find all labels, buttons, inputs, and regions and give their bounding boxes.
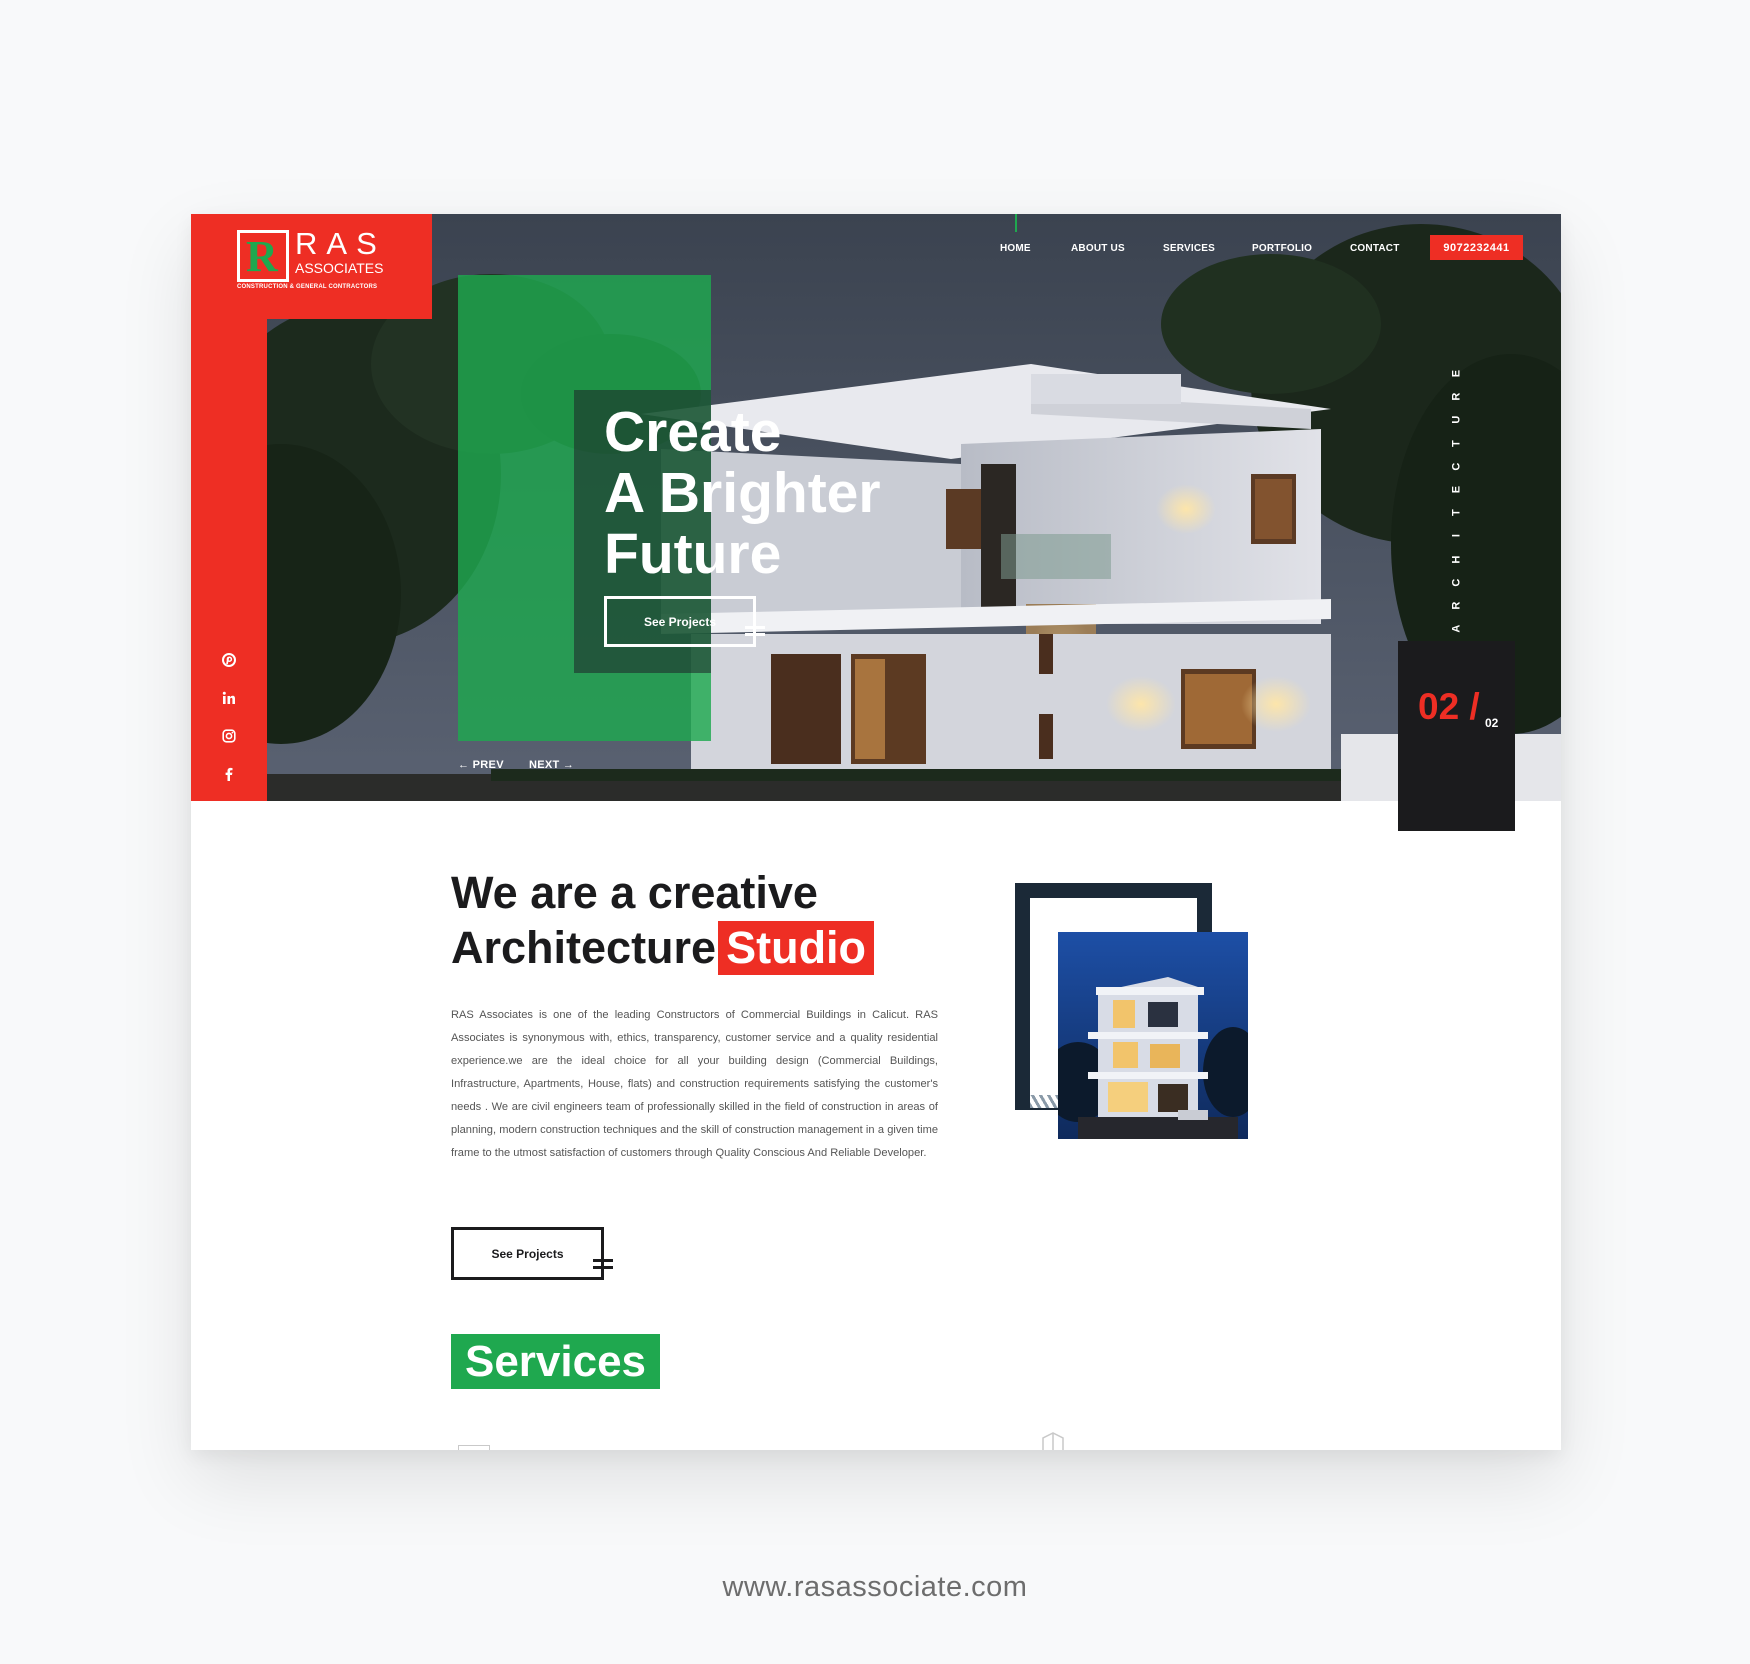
vertical-letter: I bbox=[1450, 534, 1463, 538]
about-button-label: See Projects bbox=[491, 1246, 564, 1261]
nav-active-indicator bbox=[1015, 214, 1017, 232]
hero-title-line-3: Future bbox=[604, 522, 782, 586]
nav-home[interactable]: HOME bbox=[1000, 243, 1031, 254]
vertical-letter: C bbox=[1450, 462, 1463, 471]
vertical-letter: T bbox=[1450, 439, 1463, 447]
button-lines-icon bbox=[745, 626, 765, 638]
website-mockup: R RAS ASSOCIATES CONSTRUCTION & GENERAL … bbox=[191, 214, 1561, 1450]
next-label: NEXT bbox=[529, 759, 560, 771]
about-title-line-1: We are a creative bbox=[451, 867, 818, 918]
vertical-letter: A bbox=[1450, 624, 1463, 633]
about-see-projects-button[interactable]: See Projects bbox=[451, 1227, 613, 1280]
frame-stripes bbox=[1030, 1095, 1060, 1108]
hero-title-line-1: Create bbox=[604, 400, 782, 464]
building-photo bbox=[1058, 932, 1248, 1139]
hero-title-line-2: A Brighter bbox=[604, 461, 881, 525]
about-title: We are a creative Architecture Studio bbox=[451, 865, 875, 975]
twitter-icon[interactable] bbox=[213, 796, 245, 801]
vertical-letter: C bbox=[1450, 578, 1463, 587]
hero-title: Create A Brighter Future bbox=[604, 402, 881, 585]
nav-contact[interactable]: CONTACT bbox=[1350, 243, 1400, 254]
facebook-icon[interactable] bbox=[213, 758, 245, 790]
about-title-word: Architecture bbox=[451, 922, 717, 973]
vertical-letter: T bbox=[1450, 509, 1463, 517]
vertical-letter: U bbox=[1450, 416, 1463, 424]
building-outline-icon bbox=[1042, 1432, 1064, 1450]
about-paragraph: RAS Associates is one of the leading Con… bbox=[451, 1009, 938, 1159]
vertical-letter: R bbox=[1450, 601, 1463, 610]
service-icon bbox=[458, 1445, 490, 1450]
hero-section: R RAS ASSOCIATES CONSTRUCTION & GENERAL … bbox=[191, 214, 1561, 801]
brand-tagline: CONSTRUCTION & GENERAL CONTRACTORS bbox=[237, 284, 378, 290]
website-url: www.rasassociate.com bbox=[722, 1571, 1028, 1603]
next-button[interactable]: NEXT → bbox=[529, 759, 574, 771]
about-title-highlight: Studio bbox=[718, 921, 875, 975]
nav-services[interactable]: SERVICES bbox=[1163, 243, 1215, 254]
logo[interactable]: R RAS ASSOCIATES CONSTRUCTION & GENERAL … bbox=[191, 214, 432, 319]
arrow-right-icon: → bbox=[562, 759, 575, 771]
slide-current: 02 / bbox=[1418, 686, 1480, 727]
vertical-letter: E bbox=[1450, 369, 1463, 378]
vertical-architecture-label: E R U T C E T I H C R A bbox=[1445, 362, 1469, 640]
slide-total: 02 bbox=[1485, 716, 1499, 730]
prev-button[interactable]: ← PREV bbox=[458, 759, 504, 771]
hero-see-projects-button[interactable]: See Projects bbox=[604, 596, 765, 647]
vertical-letter: H bbox=[1450, 555, 1463, 564]
vertical-letter: E bbox=[1450, 485, 1463, 494]
instagram-icon[interactable] bbox=[213, 720, 245, 752]
services-heading: Services bbox=[451, 1334, 660, 1389]
button-lines-icon bbox=[593, 1259, 613, 1271]
hero-button-label: See Projects bbox=[643, 614, 717, 629]
vertical-letter: R bbox=[1450, 392, 1463, 401]
nav-portfolio[interactable]: PORTFOLIO bbox=[1252, 243, 1312, 254]
social-sidebar bbox=[191, 319, 267, 801]
main-nav: HOME ABOUT US SERVICES PORTFOLIO CONTACT bbox=[191, 243, 1561, 263]
phone-button[interactable]: 9072232441 bbox=[1430, 235, 1523, 260]
about-title-line-2: Architecture Studio bbox=[451, 920, 875, 975]
arrow-left-icon: ← bbox=[458, 759, 470, 771]
prev-label: PREV bbox=[472, 759, 504, 771]
linkedin-icon[interactable] bbox=[213, 682, 245, 714]
slide-counter: 02 / 02 bbox=[1398, 641, 1515, 831]
pinterest-icon[interactable] bbox=[213, 644, 245, 676]
nav-about-us[interactable]: ABOUT US bbox=[1071, 243, 1125, 254]
